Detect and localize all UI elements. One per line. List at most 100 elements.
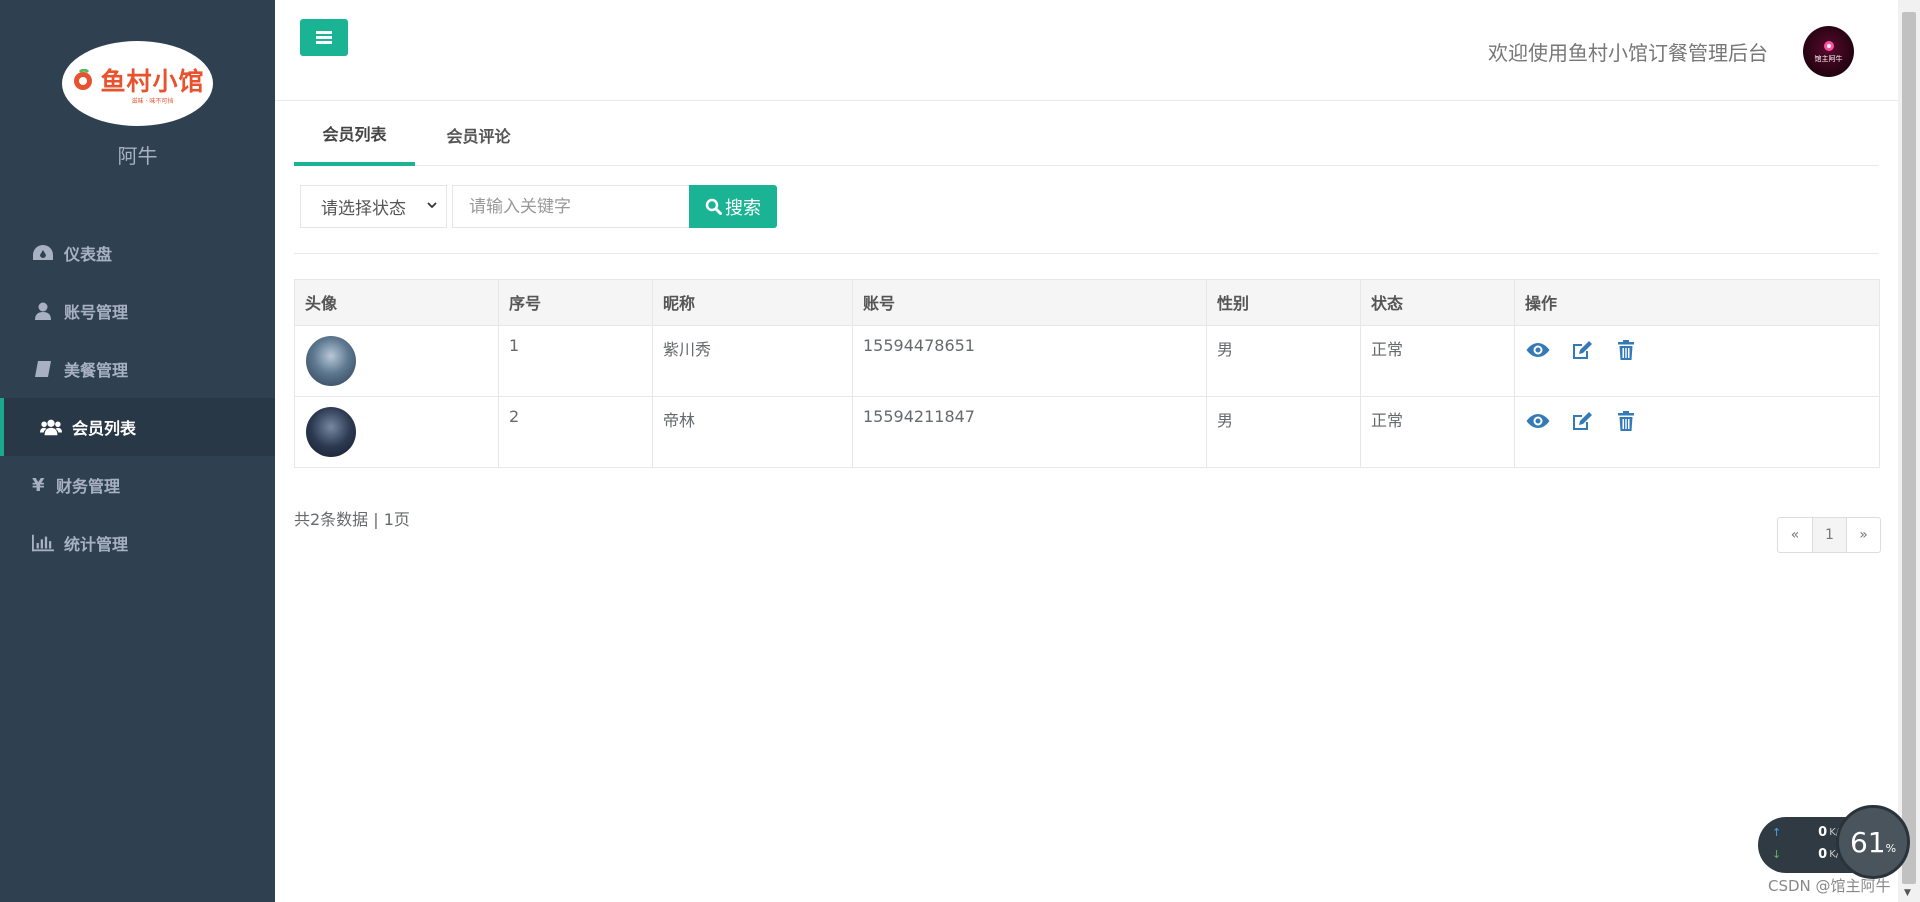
view-button[interactable] <box>1525 338 1551 362</box>
cell-index: 1 <box>498 325 653 397</box>
cell-account: 15594478651 <box>852 325 1207 397</box>
column-header: 头像 <box>294 279 499 326</box>
vertical-scrollbar[interactable]: ▼ <box>1898 0 1920 902</box>
avatar-cell <box>294 325 499 397</box>
tab-member-comments[interactable]: 会员评论 <box>415 103 542 166</box>
sidebar-item-meals[interactable]: 美餐管理 <box>0 340 275 398</box>
gauge-percent-sign: % <box>1885 841 1897 855</box>
cell-gender: 男 <box>1206 325 1361 397</box>
sidebar-item-label: 美餐管理 <box>64 361 129 380</box>
avatar <box>306 336 356 386</box>
cell-gender: 男 <box>1206 396 1361 468</box>
cell-status: 正常 <box>1360 325 1515 397</box>
gauge-value: 61 <box>1849 825 1886 859</box>
download-speed: ↓ 0 K/s <box>1772 847 1844 862</box>
upload-speed: ↑ 0 K/s <box>1772 825 1844 840</box>
tab-label: 会员评论 <box>446 126 511 146</box>
cell-nickname: 帝林 <box>652 396 853 468</box>
search-button[interactable]: 搜索 <box>689 185 777 228</box>
divider <box>294 253 1879 254</box>
welcome-text: 欢迎使用鱼村小馆订餐管理后台 <box>1488 41 1768 65</box>
trash-icon <box>1618 340 1634 360</box>
logo: 鱼村小馆 滋味 · 味不可挡 <box>62 41 213 126</box>
tab-member-list[interactable]: 会员列表 <box>294 103 415 166</box>
logo-text: 鱼村小馆 <box>100 67 205 96</box>
user-avatar[interactable]: 馆主阿牛 <box>1803 26 1854 77</box>
sidebar-item-dashboard[interactable]: 仪表盘 <box>0 224 275 282</box>
sidebar: 鱼村小馆 滋味 · 味不可挡 阿牛 仪表盘 账号管理 美餐管理 会员列表 ¥ 财… <box>0 0 275 902</box>
sidebar-item-label: 账号管理 <box>64 303 129 322</box>
sidebar-item-label: 会员列表 <box>72 419 137 438</box>
edit-button[interactable] <box>1569 409 1595 433</box>
dashboard-icon <box>32 242 54 264</box>
yen-icon: ¥ <box>32 474 45 496</box>
watermark: CSDN @馆主阿牛 <box>1768 877 1891 895</box>
sidebar-user-name: 阿牛 <box>117 144 158 168</box>
table-header-row: 头像 序号 昵称 账号 性别 状态 操作 <box>294 279 1880 326</box>
trash-icon <box>1618 411 1634 431</box>
pager-next-button[interactable]: » <box>1846 518 1880 552</box>
cell-status: 正常 <box>1360 396 1515 468</box>
column-header: 昵称 <box>652 279 853 326</box>
pager-page-button[interactable]: 1 <box>1812 518 1846 552</box>
edit-icon <box>1573 341 1592 359</box>
table-row: 2 帝林 15594211847 男 正常 <box>294 396 1880 468</box>
column-header: 序号 <box>498 279 653 326</box>
cell-actions <box>1514 325 1880 397</box>
sidebar-item-label: 统计管理 <box>64 535 129 554</box>
status-select-value: 请选择状态 <box>321 199 406 219</box>
status-select[interactable]: 请选择状态 <box>300 185 447 228</box>
upload-value: 0 <box>1818 825 1828 840</box>
avatar-text: 馆主阿牛 <box>1814 54 1843 63</box>
table-row: 1 紫川秀 15594478651 男 正常 <box>294 325 1880 397</box>
eye-icon <box>1526 343 1550 357</box>
sidebar-item-statistics[interactable]: 统计管理 <box>0 514 275 572</box>
view-button[interactable] <box>1525 409 1551 433</box>
avatar-cell <box>294 396 499 468</box>
column-header: 性别 <box>1206 279 1361 326</box>
tab-label: 会员列表 <box>322 124 387 144</box>
edit-icon <box>1573 412 1592 430</box>
usage-gauge[interactable]: 61 % <box>1836 805 1910 879</box>
sidebar-item-finance[interactable]: ¥ 财务管理 <box>0 456 275 514</box>
bar-chart-icon <box>32 532 54 554</box>
scrollbar-thumb[interactable] <box>1902 12 1916 884</box>
avatar-logo-icon <box>1823 40 1834 51</box>
column-header: 状态 <box>1360 279 1515 326</box>
users-icon <box>40 416 62 438</box>
data-summary: 共2条数据 | 1页 <box>294 510 410 529</box>
delete-button[interactable] <box>1613 338 1639 362</box>
member-table: 头像 序号 昵称 账号 性别 状态 操作 1 紫川秀 15594478651 男… <box>294 279 1880 468</box>
sidebar-nav: 仪表盘 账号管理 美餐管理 会员列表 ¥ 财务管理 统计管理 <box>0 224 275 572</box>
book-icon <box>32 358 54 380</box>
column-header: 账号 <box>852 279 1207 326</box>
avatar <box>306 407 356 457</box>
hamburger-icon <box>316 31 332 44</box>
scroll-down-arrow-icon[interactable]: ▼ <box>1904 888 1911 898</box>
arrow-down-icon: ↓ <box>1772 848 1782 861</box>
search-icon <box>705 198 722 215</box>
sidebar-item-members[interactable]: 会员列表 <box>0 398 275 456</box>
download-value: 0 <box>1818 847 1828 862</box>
cell-actions <box>1514 396 1880 468</box>
cell-account: 15594211847 <box>852 396 1207 468</box>
logo-leaf-icon <box>74 69 93 90</box>
arrow-up-icon: ↑ <box>1772 826 1782 839</box>
tab-bar: 会员列表 会员评论 <box>294 103 1879 166</box>
logo-subtitle: 滋味 · 味不可挡 <box>131 98 174 105</box>
top-bar: 欢迎使用鱼村小馆订餐管理后台 馆主阿牛 <box>275 0 1898 101</box>
keyword-input[interactable] <box>452 185 690 228</box>
cell-nickname: 紫川秀 <box>652 325 853 397</box>
column-header: 操作 <box>1514 279 1880 326</box>
sidebar-item-label: 财务管理 <box>56 477 121 496</box>
search-button-label: 搜索 <box>725 197 761 219</box>
cell-index: 2 <box>498 396 653 468</box>
menu-toggle-button[interactable] <box>300 19 348 56</box>
edit-button[interactable] <box>1569 338 1595 362</box>
sidebar-item-label: 仪表盘 <box>64 245 113 264</box>
sidebar-item-accounts[interactable]: 账号管理 <box>0 282 275 340</box>
delete-button[interactable] <box>1613 409 1639 433</box>
eye-icon <box>1526 414 1550 428</box>
pagination: « 1 » <box>1777 517 1881 553</box>
pager-prev-button[interactable]: « <box>1778 518 1812 552</box>
